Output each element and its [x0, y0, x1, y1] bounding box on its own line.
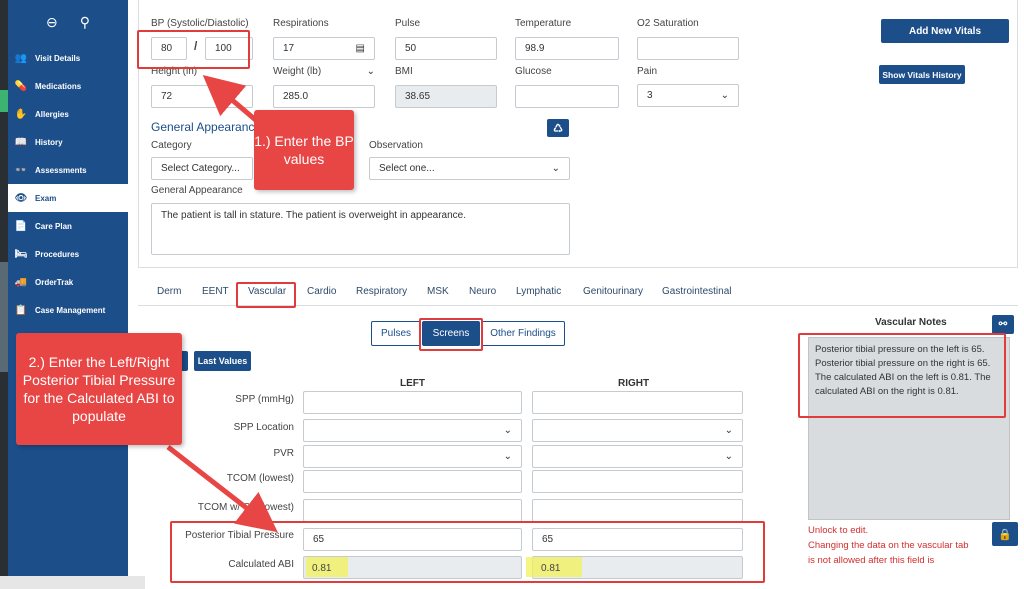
- callout-bp: 1.) Enter the BP values: [254, 110, 354, 190]
- annotation-arrows: [166, 75, 278, 533]
- callout-ptp: 2.) Enter the Left/Right Posterior Tibia…: [16, 333, 182, 445]
